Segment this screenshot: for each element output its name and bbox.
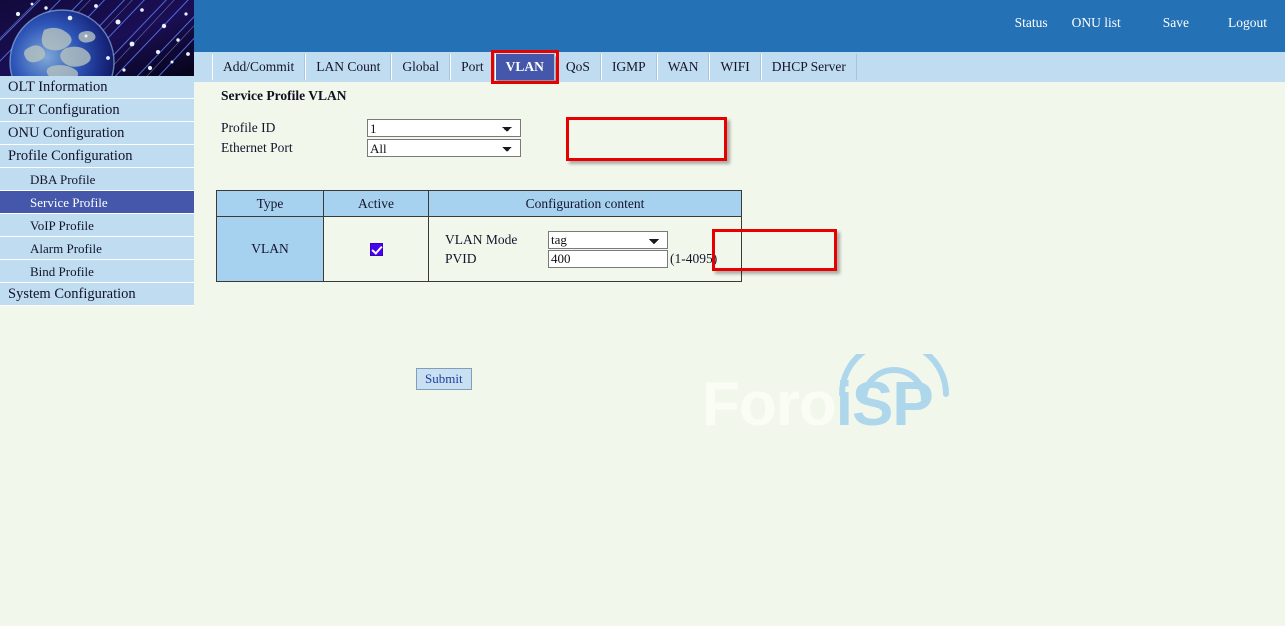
sidebar-menu: OLT Information OLT Configuration ONU Co…: [0, 76, 194, 306]
sidebar-item-dba-profile[interactable]: DBA Profile: [0, 168, 194, 191]
nav-link-save[interactable]: Save: [1163, 15, 1189, 31]
ethernet-port-select[interactable]: All: [367, 139, 521, 157]
column-header-configuration-content: Configuration content: [428, 190, 742, 217]
nav-link-onu-list[interactable]: ONU list: [1072, 15, 1121, 31]
sidebar-item-label: Service Profile: [30, 195, 108, 210]
vlan-mode-label: VLAN Mode: [445, 231, 518, 247]
tab-igmp[interactable]: IGMP: [600, 54, 657, 80]
submit-button[interactable]: Submit: [416, 368, 472, 390]
pvid-input[interactable]: [548, 249, 668, 268]
tab-dhcp-server[interactable]: DHCP Server: [760, 54, 857, 80]
sidebar-item-label: VoIP Profile: [30, 218, 94, 233]
tab-vlan[interactable]: VLAN: [490, 50, 559, 84]
sidebar-item-voip-profile[interactable]: VoIP Profile: [0, 214, 194, 237]
tab-bar: Add/Commit LAN Count Global Port VLAN Qo…: [194, 50, 1285, 84]
sidebar-item-label: Alarm Profile: [30, 241, 102, 256]
tab-qos[interactable]: QoS: [554, 54, 601, 80]
sidebar-item-label: System Configuration: [8, 286, 136, 302]
config-row-pvid: PVID (1-4095): [445, 249, 741, 268]
sidebar-item-label: Profile Configuration: [8, 148, 133, 164]
tab-global[interactable]: Global: [391, 54, 451, 80]
sidebar-item-service-profile[interactable]: Service Profile: [0, 191, 194, 214]
pvid-label: PVID: [445, 250, 477, 266]
ethernet-port-label: Ethernet Port: [221, 140, 293, 155]
sidebar-item-system-configuration[interactable]: System Configuration: [0, 283, 194, 306]
profile-selector-form: Profile ID 1 Ethernet Port All: [221, 118, 521, 158]
profile-id-select[interactable]: 1: [367, 119, 521, 137]
cell-type-vlan: VLAN: [216, 216, 324, 282]
column-header-type: Type: [216, 190, 324, 217]
config-row-vlan-mode: VLAN Mode tag: [445, 230, 741, 249]
sidebar-item-bind-profile[interactable]: Bind Profile: [0, 260, 194, 283]
sidebar-item-label: OLT Information: [8, 79, 108, 95]
tab-wifi[interactable]: WIFI: [709, 54, 761, 80]
pvid-range-hint: (1-4095): [670, 250, 718, 266]
highlight-box-profile-selectors: [566, 117, 727, 161]
profile-id-label: Profile ID: [221, 120, 276, 135]
cell-configuration-content: VLAN Mode tag PVID (1-4095): [428, 216, 742, 282]
sidebar: OLT Information OLT Configuration ONU Co…: [0, 0, 194, 626]
top-navigation: Status ONU list Save Logout: [1015, 15, 1267, 31]
nav-link-logout[interactable]: Logout: [1228, 15, 1267, 31]
watermark-text-isp: iSP: [835, 370, 934, 439]
wifi-arc-icon: [839, 354, 949, 400]
olt-web-ui: OLT Information OLT Configuration ONU Co…: [0, 0, 1285, 626]
sidebar-item-onu-configuration[interactable]: ONU Configuration: [0, 122, 194, 145]
tab-add-commit[interactable]: Add/Commit: [212, 54, 306, 80]
sidebar-item-label: Bind Profile: [30, 264, 94, 279]
sidebar-item-label: ONU Configuration: [8, 125, 125, 141]
form-row-profile-id: Profile ID 1: [221, 118, 521, 138]
column-header-active: Active: [323, 190, 429, 217]
table-row: VLAN VLAN Mode tag PVID 400 (1-4095): [216, 216, 742, 282]
brand-banner-image: [0, 0, 194, 76]
sidebar-item-label: DBA Profile: [30, 172, 96, 187]
vlan-config-table: Type Active Configuration content VLAN V…: [216, 190, 742, 282]
sidebar-item-olt-configuration[interactable]: OLT Configuration: [0, 99, 194, 122]
vlan-mode-select[interactable]: tag: [548, 230, 668, 249]
watermark-text-foro: Foro: [702, 370, 837, 439]
vlan-active-checkbox[interactable]: [369, 243, 383, 257]
content-area: ForoiSP Service Profile VLAN Profile ID …: [194, 82, 1285, 626]
top-header-bar: Status ONU list Save Logout: [194, 0, 1285, 52]
tab-wan[interactable]: WAN: [656, 54, 710, 80]
tab-lan-count[interactable]: LAN Count: [305, 54, 392, 80]
form-row-ethernet-port: Ethernet Port All: [221, 138, 521, 158]
sidebar-item-alarm-profile[interactable]: Alarm Profile: [0, 237, 194, 260]
table-header-row: Type Active Configuration content: [216, 190, 742, 217]
sidebar-item-profile-configuration[interactable]: Profile Configuration: [0, 145, 194, 168]
sidebar-item-label: OLT Configuration: [8, 102, 120, 118]
page-title: Service Profile VLAN: [221, 88, 347, 103]
cell-active: [323, 216, 429, 282]
tab-port[interactable]: Port: [450, 54, 495, 80]
sidebar-item-olt-information[interactable]: OLT Information: [0, 76, 194, 99]
nav-link-status[interactable]: Status: [1015, 15, 1048, 31]
foroisp-watermark: ForoiSP: [694, 354, 994, 464]
